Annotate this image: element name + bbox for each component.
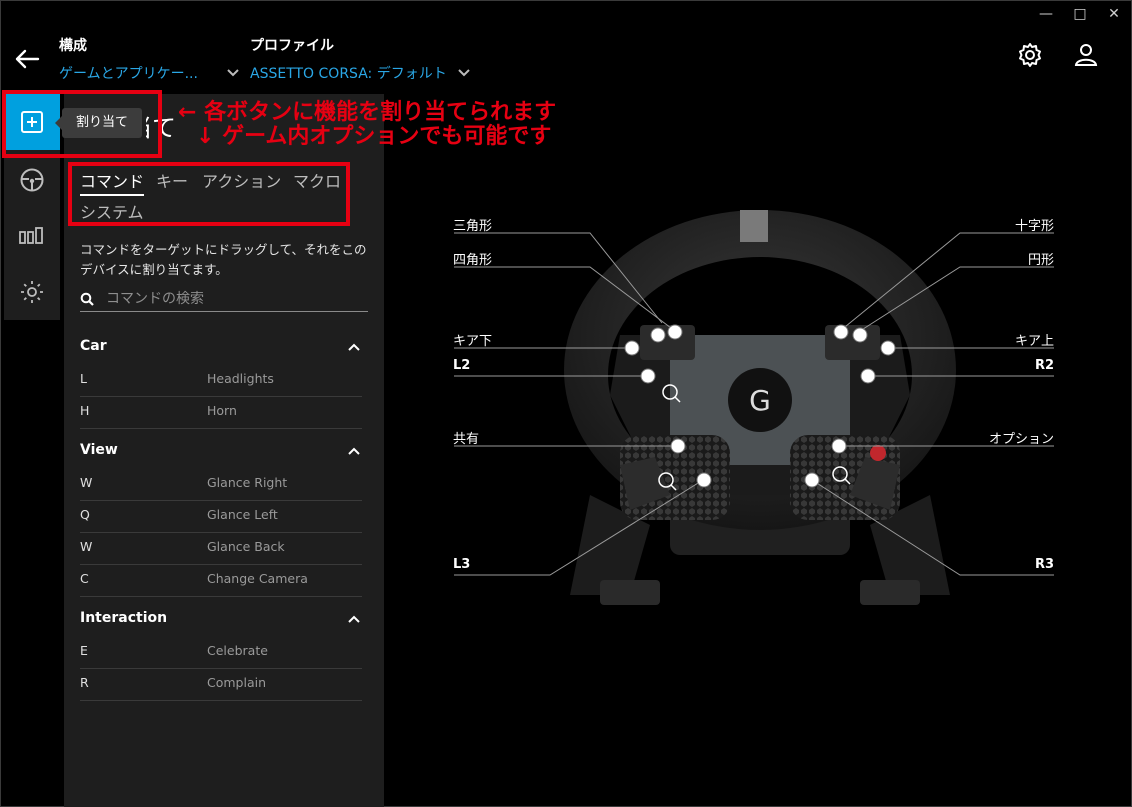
profile-label: プロファイル [250, 38, 334, 54]
row-key: C [80, 571, 89, 586]
steering-wheel-icon [20, 168, 44, 192]
rail-wheel[interactable] [4, 152, 60, 208]
group-car[interactable]: Car [80, 338, 364, 362]
row-action: Headlights [207, 371, 274, 386]
search-box [80, 288, 368, 312]
label-l2: L2 [453, 358, 471, 373]
label-r2: R2 [1034, 358, 1054, 373]
rail-settings[interactable] [4, 264, 60, 320]
chevron-up-icon [348, 343, 360, 351]
command-row[interactable]: C Change Camera [80, 565, 362, 597]
config-dropdown[interactable]: ゲームとアプリケー... [59, 63, 198, 83]
command-row[interactable]: H Horn [80, 397, 362, 429]
row-key: R [80, 675, 89, 690]
tab-key[interactable]: キー [156, 168, 188, 192]
row-action: Glance Back [207, 539, 285, 554]
search-icon [80, 292, 94, 306]
row-action: Glance Left [207, 507, 278, 522]
row-key: H [80, 403, 90, 418]
row-key: W [80, 475, 93, 490]
command-row[interactable]: R Complain [80, 669, 362, 701]
row-action: Glance Right [207, 475, 288, 490]
annotation-line2: ↓ ゲーム内オプションでも可能です [196, 124, 552, 149]
tab-macro[interactable]: マクロ [293, 168, 341, 192]
steering-wheel-image: G [454, 210, 1054, 605]
label-gear-down: キア下 [453, 334, 493, 349]
maximize-button[interactable]: □ [1072, 6, 1088, 22]
command-row[interactable]: E Celebrate [80, 637, 362, 669]
chevron-up-icon [348, 447, 360, 455]
close-button[interactable]: ✕ [1106, 6, 1122, 22]
gear-icon[interactable] [1017, 42, 1043, 68]
profile-dropdown[interactable]: ASSETTO CORSA: デフォルト [250, 63, 447, 83]
user-icon[interactable] [1073, 42, 1099, 68]
label-circle: 円形 [1027, 253, 1054, 268]
window-controls: — □ ✕ [1038, 6, 1122, 22]
group-view[interactable]: View [80, 442, 364, 466]
row-key: L [80, 371, 87, 386]
row-key: E [80, 643, 88, 658]
command-row[interactable]: L Headlights [80, 365, 362, 397]
add-box-icon [21, 111, 43, 133]
group-title: View [80, 442, 118, 458]
config-label: 構成 [59, 38, 87, 54]
minimize-button[interactable]: — [1038, 6, 1054, 22]
label-l3: L3 [453, 557, 471, 572]
command-row[interactable]: W Glance Back [80, 533, 362, 565]
row-key: Q [80, 507, 90, 522]
back-arrow-icon[interactable] [14, 48, 40, 70]
search-input[interactable] [106, 288, 364, 310]
row-action: Celebrate [207, 643, 268, 658]
row-action: Horn [207, 403, 237, 418]
chevron-down-icon[interactable] [226, 68, 240, 78]
brightness-icon [21, 281, 43, 303]
command-row[interactable]: Q Glance Left [80, 501, 362, 533]
group-title: Car [80, 338, 107, 354]
label-options: オプション [988, 432, 1054, 447]
chevron-up-icon [348, 615, 360, 623]
rail-assign[interactable] [4, 94, 60, 150]
label-r3: R3 [1034, 557, 1054, 572]
assign-tooltip: 割り当て [54, 108, 143, 138]
group-interaction[interactable]: Interaction [80, 610, 364, 634]
tab-command[interactable]: コマンド [80, 168, 145, 196]
svg-text:G: G [749, 384, 771, 417]
pedals-icon [19, 227, 43, 244]
label-triangle: 三角形 [453, 219, 493, 234]
command-row[interactable]: W Glance Right [80, 469, 362, 501]
tab-action[interactable]: アクション [202, 168, 281, 192]
label-cross: 十字形 [1014, 219, 1054, 234]
label-share: 共有 [453, 432, 480, 447]
tab-system[interactable]: システム [80, 199, 144, 223]
group-title: Interaction [80, 610, 168, 626]
nav-rail [4, 94, 60, 320]
row-action: Complain [207, 675, 267, 690]
label-gear-up: キア上 [1014, 334, 1054, 349]
row-action: Change Camera [207, 571, 308, 586]
rail-pedals[interactable] [4, 208, 60, 264]
chevron-down-icon[interactable] [457, 68, 471, 78]
row-key: W [80, 539, 93, 554]
panel-description: コマンドをターゲットにドラッグして、それをこのデバイスに割り当てます。 [80, 242, 367, 277]
label-square: 四角形 [453, 253, 493, 268]
